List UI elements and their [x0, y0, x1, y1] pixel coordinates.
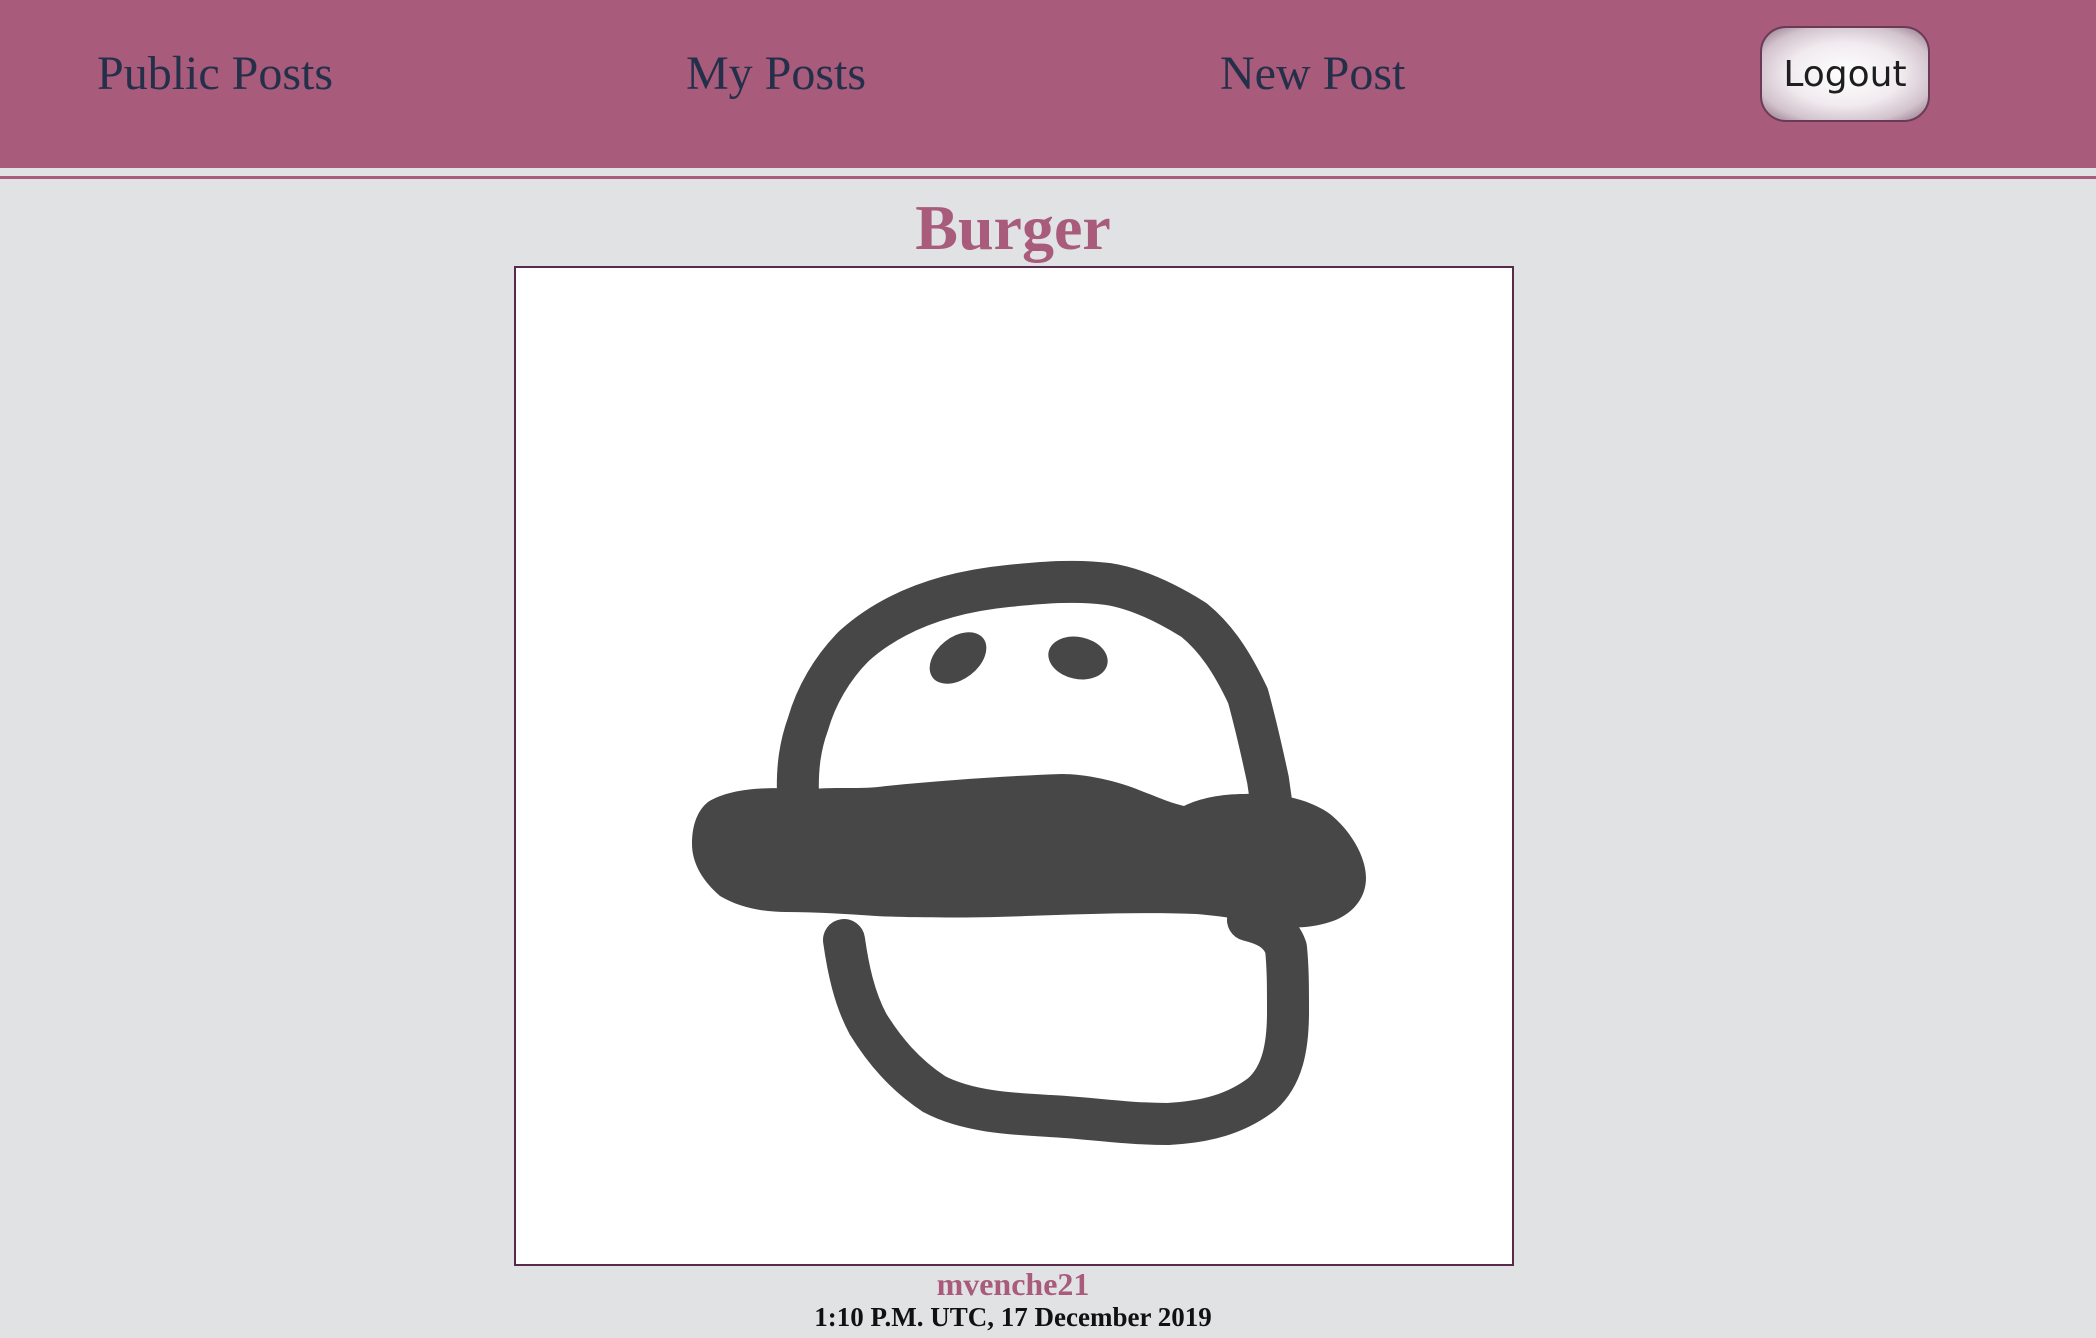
logout-button[interactable]: Logout	[1760, 26, 1930, 122]
navbar-divider	[0, 176, 2096, 179]
sesame-seed-left	[929, 632, 987, 684]
post-drawing-frame	[514, 266, 1514, 1266]
nav-my-posts-link[interactable]: My Posts	[686, 44, 866, 104]
navbar: Public Posts My Posts New Post Logout	[0, 0, 2096, 168]
post-author[interactable]: mvenche21	[0, 1264, 2026, 1304]
nav-public-posts-link[interactable]: Public Posts	[97, 44, 333, 104]
post-title: Burger	[915, 192, 1111, 263]
patty-shape	[692, 774, 1366, 928]
post-timestamp: 1:10 P.M. UTC, 17 December 2019	[814, 1302, 1212, 1332]
burger-drawing	[692, 560, 1366, 1145]
sesame-seed-right	[1048, 636, 1108, 680]
bun-bottom-stroke	[823, 899, 1309, 1145]
nav-new-post-link[interactable]: New Post	[1220, 44, 1405, 104]
